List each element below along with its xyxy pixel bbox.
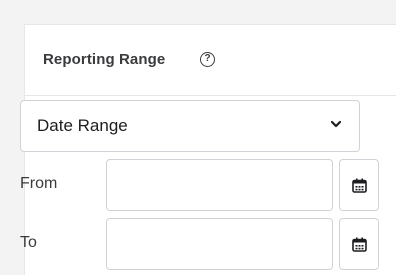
calendar-icon [351, 237, 367, 252]
panel-header: Reporting Range ? [25, 25, 396, 96]
from-date-input[interactable] [106, 159, 333, 211]
to-label: To [20, 234, 37, 251]
calendar-icon [351, 178, 367, 193]
range-type-selected-value: Date Range [37, 116, 128, 135]
chevron-down-icon [331, 120, 341, 128]
range-type-select[interactable]: Date Range [20, 100, 360, 152]
from-label: From [20, 175, 58, 192]
to-date-input[interactable] [106, 218, 333, 270]
question-circle-icon[interactable]: ? [200, 52, 215, 67]
from-calendar-button[interactable] [339, 159, 379, 211]
to-calendar-button[interactable] [339, 218, 379, 270]
section-title: Reporting Range [43, 51, 166, 68]
